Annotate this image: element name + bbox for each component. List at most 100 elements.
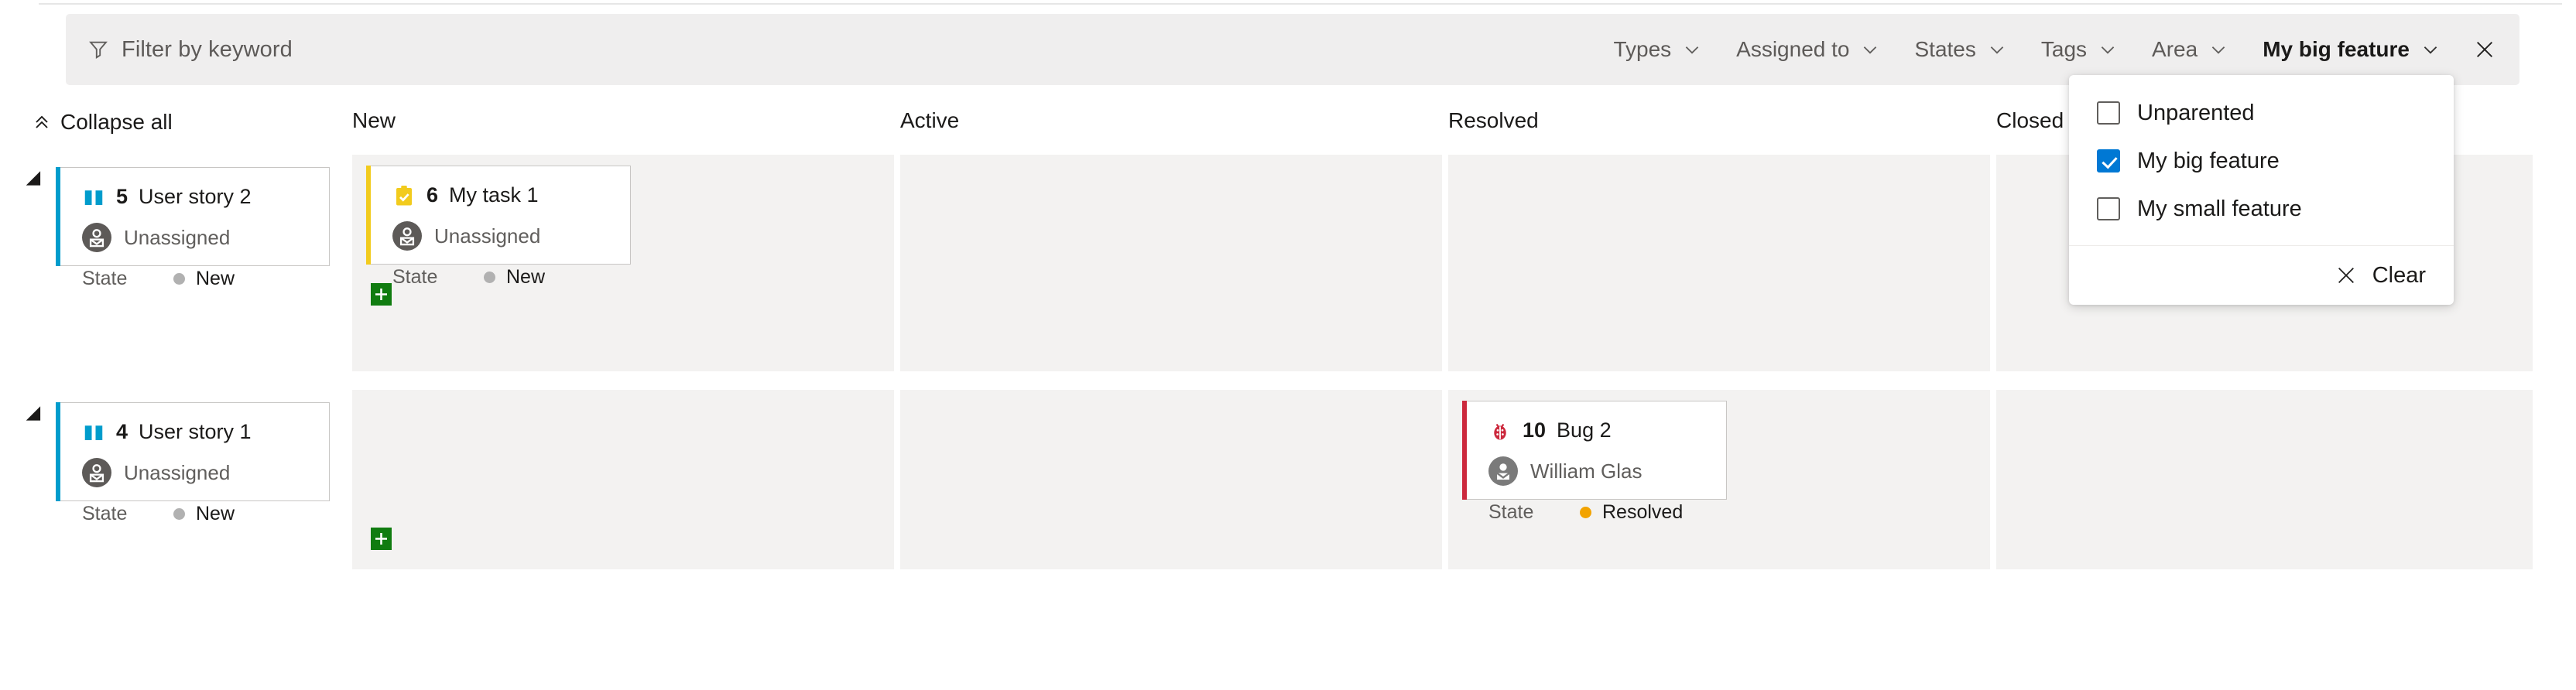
clear-filter-button[interactable]: Clear xyxy=(2335,263,2426,289)
filter-pill-my-big-feature-label: My big feature xyxy=(2263,37,2410,61)
card-state-label: State xyxy=(82,503,128,524)
checkbox-my-big-feature[interactable] xyxy=(2097,149,2120,172)
book-icon xyxy=(82,421,105,444)
card-id: 5 xyxy=(116,185,128,208)
card-state-row: State New xyxy=(82,503,310,525)
work-item-card-user-story-2[interactable]: 5 User story 2 Unassigned State New xyxy=(56,167,330,289)
card-assignee-row: Unassigned xyxy=(82,458,310,487)
card-state-text: Resolved xyxy=(1602,501,1684,523)
plus-icon xyxy=(375,533,387,545)
work-item-card-bug-2[interactable]: 10 Bug 2 William Glas State Resolved xyxy=(1462,401,1727,523)
clear-filter-label: Clear xyxy=(2372,262,2426,288)
board-cell-user-story-1-resolved[interactable]: 10 Bug 2 William Glas State Resolved xyxy=(1448,390,1990,569)
card-state-label: State xyxy=(1488,501,1534,523)
filter-pill-types[interactable]: Types xyxy=(1596,14,1719,85)
add-card-button[interactable] xyxy=(371,283,392,306)
chevron-down-icon xyxy=(2208,39,2228,60)
card-type-accent xyxy=(1462,401,1467,500)
book-icon xyxy=(82,186,105,209)
column-header-resolved: Resolved xyxy=(1448,108,1539,132)
card-state-row: State Resolved xyxy=(1488,501,1708,524)
area-filter-dropdown: Unparented My big feature My small featu… xyxy=(2069,75,2454,305)
filter-pill-area-label: Area xyxy=(2152,37,2198,61)
bug-icon xyxy=(1488,419,1512,442)
card-title: User story 1 xyxy=(139,420,252,443)
board-cell-user-story-2-new[interactable]: 6 My task 1 Unassigned State New xyxy=(352,155,894,371)
dropdown-item-my-small-feature-label: My small feature xyxy=(2137,196,2302,221)
card-assignee-name: Unassigned xyxy=(434,224,541,248)
add-card-button[interactable] xyxy=(371,528,392,550)
chevron-down-icon xyxy=(2098,39,2118,60)
funnel-icon xyxy=(87,39,109,60)
card-type-accent xyxy=(366,166,371,265)
card-state-value: New xyxy=(173,503,235,525)
checkbox-unparented[interactable] xyxy=(2097,101,2120,125)
board-cell-user-story-2-active[interactable] xyxy=(900,155,1442,371)
dropdown-item-my-big-feature-label: My big feature xyxy=(2137,148,2280,173)
state-dot xyxy=(484,272,495,283)
keyword-filter-input[interactable]: Filter by keyword xyxy=(87,14,293,85)
card-state-text: New xyxy=(506,266,546,288)
column-header-closed: Closed xyxy=(1996,108,2064,132)
card-state-value: Resolved xyxy=(1580,501,1683,524)
dropdown-item-my-big-feature[interactable]: My big feature xyxy=(2069,137,2454,185)
card-state-value: New xyxy=(173,268,235,290)
unassigned-avatar-icon xyxy=(392,221,422,251)
card-assignee-name: Unassigned xyxy=(124,225,231,249)
close-icon xyxy=(2474,39,2496,60)
unassigned-avatar-icon xyxy=(82,458,111,487)
card-type-accent xyxy=(56,402,60,501)
filter-pill-states[interactable]: States xyxy=(1897,14,2023,85)
chevron-down-icon xyxy=(1987,39,2007,60)
user-avatar-icon xyxy=(1488,456,1518,486)
checkbox-my-small-feature[interactable] xyxy=(2097,197,2120,220)
column-header-active: Active xyxy=(900,108,960,132)
swimlane-collapse-toggle[interactable] xyxy=(26,171,48,193)
card-assignee-name: William Glas xyxy=(1530,459,1643,483)
close-icon xyxy=(2335,265,2357,286)
card-state-label: State xyxy=(82,268,128,289)
card-title-row: 6 My task 1 xyxy=(392,183,611,207)
card-state-row: State New xyxy=(392,266,611,289)
keyword-filter-placeholder: Filter by keyword xyxy=(122,36,293,62)
card-state-text: New xyxy=(196,503,235,524)
card-id: 10 xyxy=(1523,418,1547,442)
dropdown-item-unparented[interactable]: Unparented xyxy=(2069,89,2454,137)
filter-pill-assigned-to[interactable]: Assigned to xyxy=(1719,14,1897,85)
filter-pill-tags-label: Tags xyxy=(2040,37,2088,61)
filter-pill-states-label: States xyxy=(1914,37,1976,61)
chevron-down-icon xyxy=(1682,39,1702,60)
dropdown-item-my-small-feature[interactable]: My small feature xyxy=(2069,185,2454,233)
card-state-value: New xyxy=(484,266,545,289)
chevron-down-icon xyxy=(1860,39,1880,60)
state-dot xyxy=(173,273,185,285)
card-assignee-row: William Glas xyxy=(1488,456,1708,486)
card-title-row: 4 User story 1 xyxy=(82,420,310,444)
close-filter-bar-button[interactable] xyxy=(2458,14,2512,85)
card-id: 4 xyxy=(116,420,128,443)
work-item-card-my-task-1[interactable]: 6 My task 1 Unassigned State New xyxy=(366,166,631,288)
board-cell-user-story-1-new[interactable] xyxy=(352,390,894,569)
card-assignee-row: Unassigned xyxy=(392,221,611,251)
work-item-card-user-story-1[interactable]: 4 User story 1 Unassigned State New xyxy=(56,402,330,524)
card-assignee-name: Unassigned xyxy=(124,460,231,484)
card-state-text: New xyxy=(196,268,235,289)
board-cell-user-story-1-closed[interactable] xyxy=(1996,390,2533,569)
board-cell-user-story-2-resolved[interactable] xyxy=(1448,155,1990,371)
board-cell-user-story-1-active[interactable] xyxy=(900,390,1442,569)
filter-pill-assigned-to-label: Assigned to xyxy=(1736,37,1850,61)
state-dot xyxy=(173,508,185,520)
card-type-accent xyxy=(56,167,60,266)
card-state-row: State New xyxy=(82,268,310,290)
column-header-new: New xyxy=(352,108,396,132)
card-assignee-row: Unassigned xyxy=(82,223,310,252)
swimlane-collapse-toggle[interactable] xyxy=(26,406,48,428)
unassigned-avatar-icon xyxy=(82,223,111,252)
card-title: My task 1 xyxy=(449,183,539,207)
state-dot xyxy=(1580,507,1591,518)
card-title: Bug 2 xyxy=(1557,418,1612,442)
chevron-down-icon xyxy=(2420,39,2441,60)
plus-icon xyxy=(375,289,387,300)
swimlane-row-user-story-1: 4 User story 1 Unassigned State New 10 B… xyxy=(0,390,2576,576)
card-title-row: 10 Bug 2 xyxy=(1488,418,1708,442)
